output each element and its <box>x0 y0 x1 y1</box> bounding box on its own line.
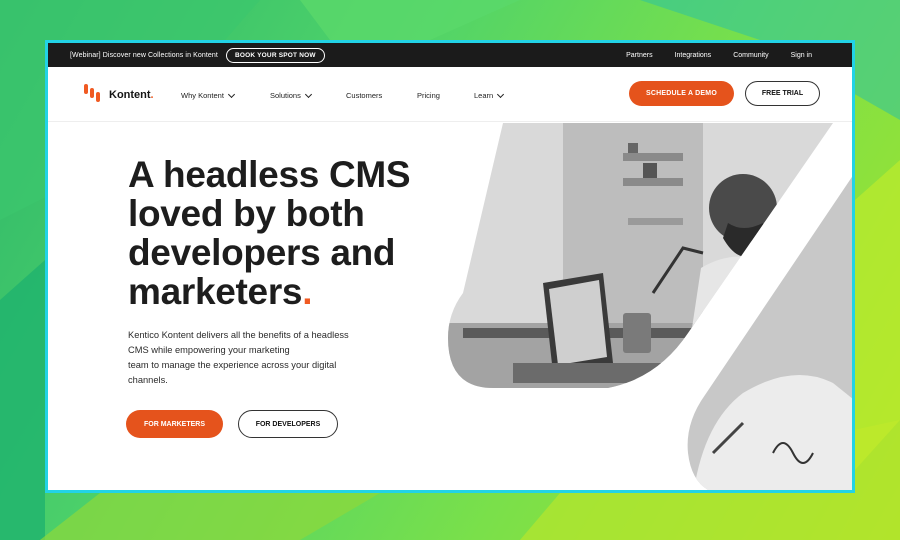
nav-item-label: Learn <box>474 91 494 100</box>
community-link[interactable]: Community <box>733 52 768 59</box>
partners-link[interactable]: Partners <box>626 52 652 59</box>
for-marketers-button[interactable]: FOR MARKETERS <box>126 410 223 438</box>
sign-in-link[interactable]: Sign in <box>791 52 812 59</box>
book-spot-button[interactable]: BOOK YOUR SPOT NOW <box>225 47 325 63</box>
free-trial-button[interactable]: FREE TRIAL <box>745 81 820 106</box>
schedule-demo-button[interactable]: SCHEDULE A DEMO <box>629 81 734 106</box>
announcement-bar: [Webinar] Discover new Collections in Ko… <box>48 43 852 67</box>
nav-item-solutions[interactable]: Solutions <box>270 90 346 100</box>
kontent-logo[interactable]: Kontent. <box>84 84 154 106</box>
nav-item-learn[interactable]: Learn <box>474 90 505 100</box>
for-developers-button[interactable]: FOR DEVELOPERS <box>238 410 338 438</box>
hero-description: Kentico Kontent delivers all the benefit… <box>128 330 349 385</box>
hero-photo <box>448 123 852 490</box>
nav-item-label: Why Kontent <box>181 91 224 100</box>
chevron-down-icon <box>497 90 505 98</box>
nav-menu: Why Kontent Solutions Customers Pricing … <box>181 90 505 100</box>
nav-item-label: Pricing <box>417 91 440 100</box>
logo-text: Kontent. <box>109 89 154 101</box>
nav-item-label: Solutions <box>270 91 301 100</box>
browser-frame: [Webinar] Discover new Collections in Ko… <box>45 40 855 493</box>
webinar-link[interactable]: [Webinar] Discover new Collections in Ko… <box>70 52 218 59</box>
utility-links: Partners Integrations Community Sign in <box>626 52 812 59</box>
chevron-down-icon <box>304 90 312 98</box>
nav-item-why-kontent[interactable]: Why Kontent <box>181 90 270 100</box>
nav-item-label: Customers <box>346 91 383 100</box>
chevron-down-icon <box>227 90 235 98</box>
integrations-link[interactable]: Integrations <box>675 52 712 59</box>
nav-item-customers[interactable]: Customers <box>346 91 417 100</box>
main-nav: Kontent. Why Kontent Solutions Customers… <box>48 67 852 122</box>
nav-item-pricing[interactable]: Pricing <box>417 91 474 100</box>
hero-title: A headless CMS loved by both developers … <box>128 154 411 312</box>
logo-mark-icon <box>84 84 106 106</box>
